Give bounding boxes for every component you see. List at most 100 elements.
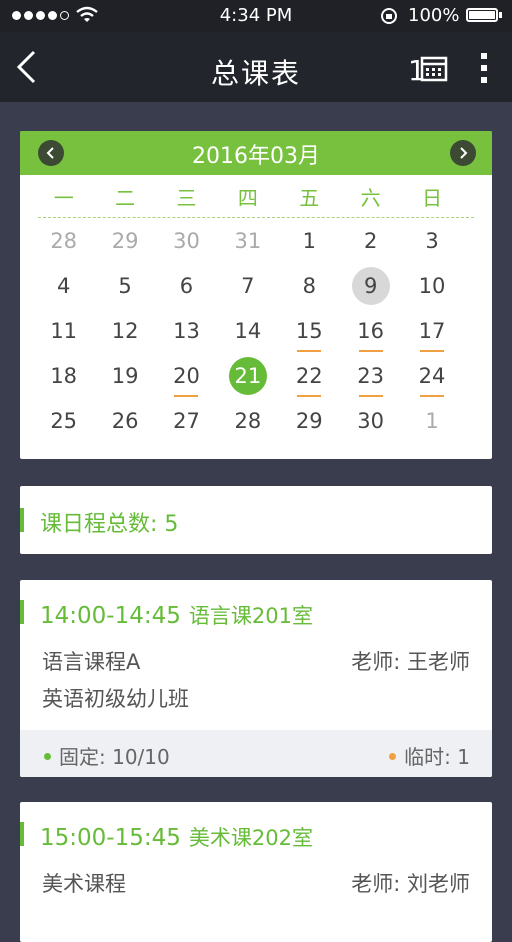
calendar-day-cell[interactable]: 13 (156, 308, 217, 353)
calendar-day[interactable]: 31 (229, 222, 267, 260)
calendar-day[interactable]: 28 (45, 222, 83, 260)
calendar-day-cell[interactable]: 21 (217, 353, 278, 398)
orange-dot-icon (389, 753, 397, 760)
calendar-day-cell[interactable]: 16 (340, 308, 401, 353)
calendar-day-cell[interactable]: 20 (156, 353, 217, 398)
accent-bar (20, 508, 24, 532)
calendar-day-cell[interactable]: 7 (217, 263, 278, 308)
calendar-day[interactable]: 25 (45, 402, 83, 440)
calendar-day[interactable]: 10 (413, 267, 451, 305)
calendar-week-row: 28 29 30 31 1 2 3 (20, 218, 492, 263)
weekday-label: 四 (237, 185, 258, 210)
weekday-label: 五 (299, 185, 320, 210)
calendar-day-cell[interactable]: 27 (156, 398, 217, 443)
calendar-day-cell[interactable]: 30 (340, 398, 401, 443)
calendar-icon[interactable]: 1 (408, 54, 448, 87)
calendar-day-cell[interactable]: 6 (156, 263, 217, 308)
calendar-day-cell[interactable]: 2 (340, 218, 401, 263)
calendar-day-cell[interactable]: 9 (340, 263, 401, 308)
calendar-day-cell[interactable]: 11 (33, 308, 94, 353)
lesson-course: 美术课程 (42, 872, 126, 896)
calendar-day-cell[interactable]: 24 (401, 353, 462, 398)
calendar-day[interactable]: 12 (106, 312, 144, 350)
calendar-day-cell[interactable]: 25 (33, 398, 94, 443)
lesson-card[interactable]: 15:00-15:45 美术课202室 美术课程 老师: 刘老师 (20, 802, 492, 942)
calendar-day[interactable]: 7 (229, 267, 267, 305)
calendar-day[interactable]: 15 (290, 312, 328, 352)
calendar-day-cell[interactable]: 14 (217, 308, 278, 353)
calendar-header: 2016年03月 (20, 131, 492, 175)
lesson-time-room: 14:00-14:45 语言课201室 (40, 600, 313, 630)
calendar-day[interactable]: 23 (352, 357, 390, 397)
calendar-grid: 28 29 30 31 1 2 3 4 5 6 7 8 9 10 11 12 13 14 15 16 17 18 19 20 2… (20, 218, 492, 443)
calendar-day[interactable]: 29 (290, 402, 328, 440)
weekday-label: 日 (422, 185, 443, 210)
calendar-day[interactable]: 19 (106, 357, 144, 395)
calendar-day[interactable]: 18 (45, 357, 83, 395)
calendar-day-cell[interactable]: 8 (279, 263, 340, 308)
calendar-day[interactable]: 30 (352, 402, 390, 440)
calendar-day-cell[interactable]: 29 (94, 218, 155, 263)
calendar-day[interactable]: 11 (45, 312, 83, 350)
chevron-right-icon (460, 147, 468, 159)
temp-count: 临时: 1 (389, 741, 470, 770)
calendar-day-cell[interactable]: 15 (279, 308, 340, 353)
calendar-day[interactable]: 2 (352, 222, 390, 260)
weekday-label: 六 (360, 185, 381, 210)
calendar-day-cell[interactable]: 4 (33, 263, 94, 308)
calendar-day[interactable]: 28 (229, 402, 267, 440)
calendar-day[interactable]: 4 (45, 267, 83, 305)
calendar-day-cell[interactable]: 23 (340, 353, 401, 398)
calendar-day[interactable]: 1 (413, 402, 451, 440)
schedule-total: 课日程总数: 5 (40, 512, 179, 537)
calendar-day[interactable]: 8 (290, 267, 328, 305)
calendar-day[interactable]: 20 (167, 357, 205, 397)
calendar-day[interactable]: 26 (106, 402, 144, 440)
calendar-day-cell[interactable]: 30 (156, 218, 217, 263)
lesson-teacher: 老师: 刘老师 (351, 872, 470, 896)
calendar-day-cell[interactable]: 28 (217, 398, 278, 443)
calendar-day-cell[interactable]: 29 (279, 398, 340, 443)
lesson-course: 语言课程A (42, 650, 141, 674)
calendar-day[interactable]: 1 (290, 222, 328, 260)
calendar-day[interactable]: 17 (413, 312, 451, 352)
calendar-day-cell[interactable]: 22 (279, 353, 340, 398)
weekday-label: 三 (176, 185, 197, 210)
battery-icon (466, 8, 498, 22)
calendar-day[interactable]: 27 (167, 402, 205, 440)
calendar-day-cell[interactable]: 26 (94, 398, 155, 443)
rotation-lock-icon (381, 8, 397, 24)
more-options-icon[interactable] (478, 52, 490, 84)
calendar-day-selected[interactable]: 21 (228, 356, 267, 395)
calendar-day[interactable]: 30 (167, 222, 205, 260)
calendar-day-cell[interactable]: 5 (94, 263, 155, 308)
status-bar: 4:34 PM 100% (0, 0, 512, 32)
calendar-day-cell[interactable]: 10 (401, 263, 462, 308)
calendar-day-cell[interactable]: 18 (33, 353, 94, 398)
calendar-day-today[interactable]: 9 (351, 266, 390, 305)
calendar-day-cell[interactable]: 3 (401, 218, 462, 263)
calendar-day[interactable]: 29 (106, 222, 144, 260)
green-dot-icon (44, 753, 51, 760)
next-month-button[interactable] (450, 140, 476, 166)
calendar-day-cell[interactable]: 12 (94, 308, 155, 353)
calendar-day[interactable]: 22 (290, 357, 328, 397)
calendar-week-row: 4 5 6 7 8 9 10 (20, 263, 492, 308)
calendar-day[interactable]: 13 (167, 312, 205, 350)
lesson-footer: 固定: 10/10 临时: 1 (20, 730, 492, 777)
calendar-day[interactable]: 16 (352, 312, 390, 352)
calendar-day[interactable]: 24 (413, 357, 451, 397)
calendar-day-cell[interactable]: 1 (401, 398, 462, 443)
calendar-day-cell[interactable]: 17 (401, 308, 462, 353)
calendar-day-cell[interactable]: 19 (94, 353, 155, 398)
calendar-day-cell[interactable]: 31 (217, 218, 278, 263)
calendar-day[interactable]: 6 (167, 267, 205, 305)
lesson-room: 美术课202室 (188, 826, 313, 850)
calendar-day-cell[interactable]: 1 (279, 218, 340, 263)
lesson-card[interactable]: 14:00-14:45 语言课201室 语言课程A 老师: 王老师 英语初级幼儿班… (20, 580, 492, 777)
calendar-day[interactable]: 5 (106, 267, 144, 305)
fixed-count-text: 固定: 10/10 (59, 745, 170, 769)
calendar-day[interactable]: 14 (229, 312, 267, 350)
calendar-day[interactable]: 3 (413, 222, 451, 260)
calendar-day-cell[interactable]: 28 (33, 218, 94, 263)
